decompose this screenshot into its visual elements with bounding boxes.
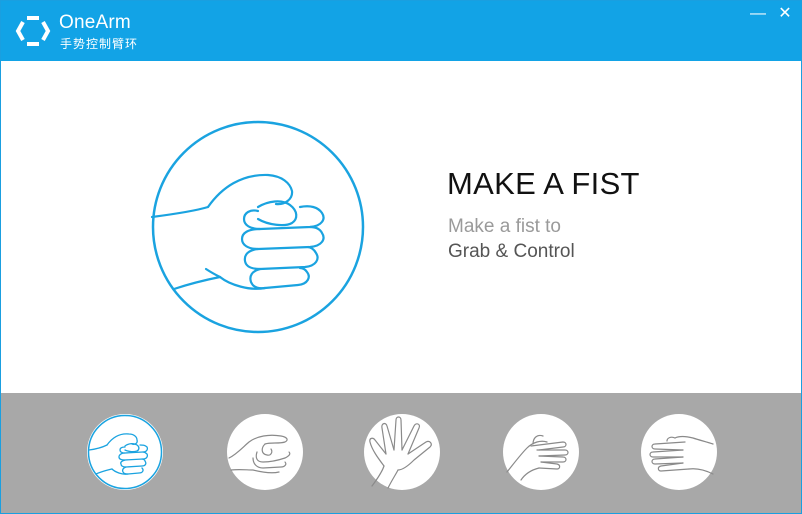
main-panel: MAKE A FIST Make a fist to Grab & Contro…	[1, 61, 801, 393]
gesture-description-line1: Make a fist to	[448, 216, 561, 237]
gesture-fist-button[interactable]	[87, 414, 163, 490]
fist-illustration-icon	[150, 120, 365, 334]
minimize-button[interactable]: —	[747, 4, 769, 24]
app-name: OneArm	[59, 12, 131, 33]
open-hand-icon	[369, 416, 432, 489]
title-bar: OneArm 手势控制臂环 — ✕	[1, 1, 801, 61]
app-subtitle: 手势控制臂环	[60, 37, 139, 51]
app-window: OneArm 手势控制臂环 — ✕ MAKE A FIST Make a fis…	[0, 0, 802, 514]
gesture-pinch-button[interactable]	[227, 414, 303, 490]
pinch-icon	[228, 434, 291, 474]
gesture-wave-in-button[interactable]	[503, 414, 579, 490]
gesture-spread-fingers-button[interactable]	[364, 414, 440, 490]
onearm-logo-icon	[15, 16, 51, 46]
close-button[interactable]: ✕	[774, 4, 796, 24]
fist-icon	[87, 414, 163, 490]
gesture-selector-bar	[1, 393, 801, 513]
gesture-wave-out-button[interactable]	[641, 414, 717, 490]
wave-in-icon	[506, 434, 569, 481]
gesture-title: MAKE A FIST	[447, 166, 640, 201]
gesture-description-line2: Grab & Control	[448, 241, 575, 262]
wave-out-icon	[649, 435, 714, 475]
